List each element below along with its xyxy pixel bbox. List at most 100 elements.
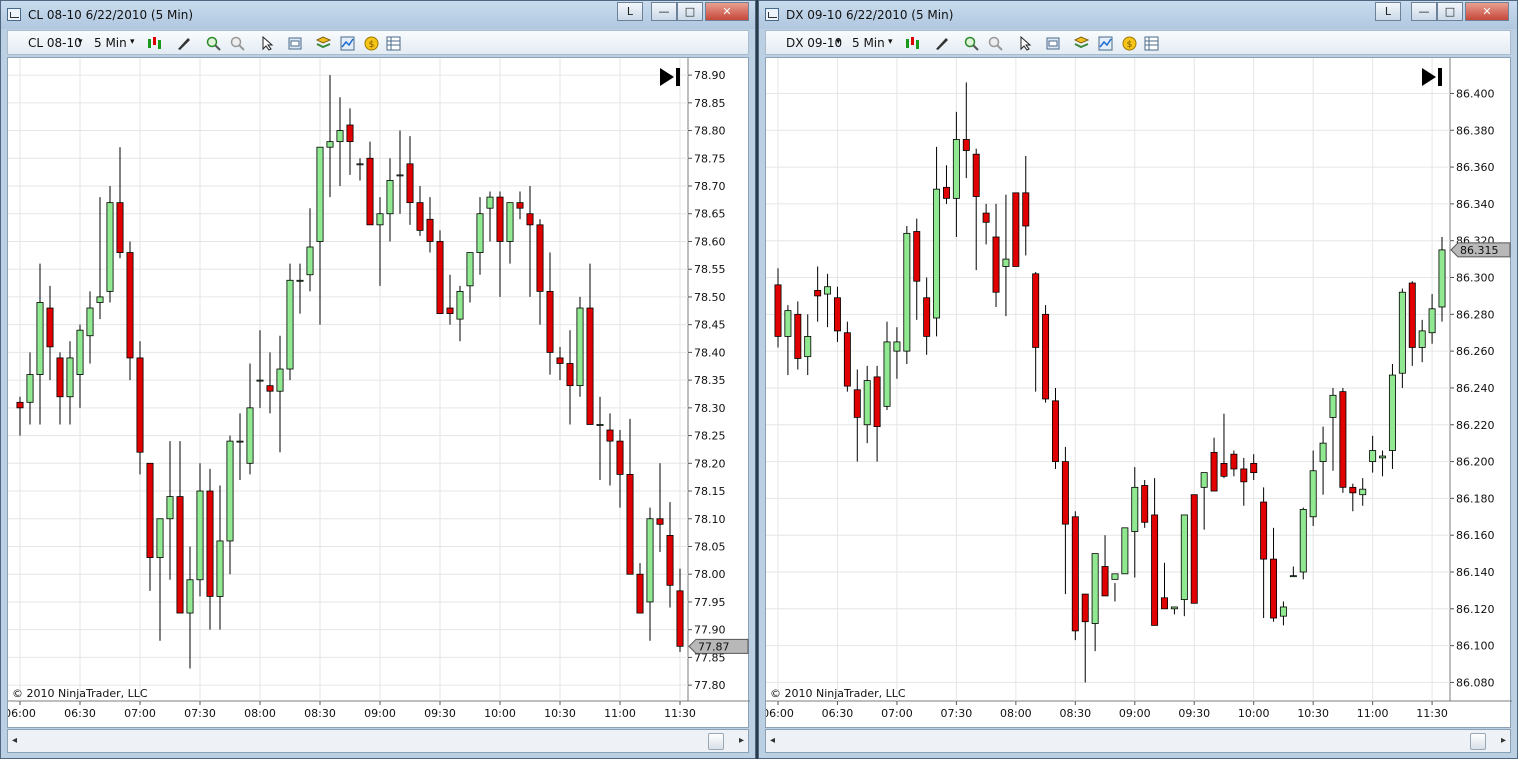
chart-style-icon[interactable]	[904, 36, 919, 51]
properties-icon[interactable]	[288, 36, 303, 51]
price-tick-label: 78.35	[694, 374, 726, 387]
up-candle	[804, 336, 812, 358]
maximize-button[interactable]: □	[677, 2, 703, 21]
data-box-icon[interactable]	[386, 36, 401, 51]
up-candle	[1388, 374, 1396, 451]
time-tick-label: 06:00	[766, 707, 794, 720]
down-candle	[1052, 400, 1059, 462]
up-candle	[952, 139, 960, 199]
time-tick-label: 08:30	[304, 707, 336, 720]
up-candle	[1180, 514, 1188, 601]
instrument-selector[interactable]: DX 09-10	[786, 36, 842, 50]
minimize-button[interactable]: —	[651, 2, 677, 21]
interval-dropdown-arrow-icon[interactable]: ▾	[130, 37, 135, 47]
chart-style-icon[interactable]	[146, 36, 161, 51]
indicators-icon[interactable]	[340, 36, 355, 51]
price-chart[interactable]: 78.90 78.85 78.80 78.75 78.70 78.65 78.60 78.55…	[7, 57, 750, 728]
price-tick-label: 78.90	[694, 69, 726, 82]
up-candle	[1131, 486, 1139, 532]
pointer-icon[interactable]	[260, 36, 275, 51]
down-candle	[446, 307, 454, 314]
zoom-out-icon[interactable]	[988, 36, 1003, 51]
down-candle	[794, 313, 802, 359]
horizontal-scrollbar[interactable]: ◂ ▸	[765, 729, 1511, 753]
skip-to-end-icon[interactable]	[660, 68, 680, 86]
up-candle	[396, 174, 404, 177]
scroll-right-arrow-icon[interactable]: ▸	[739, 735, 744, 746]
pointer-icon[interactable]	[1018, 36, 1033, 51]
strategies-icon[interactable]	[316, 36, 331, 51]
time-tick-label: 09:00	[364, 707, 396, 720]
price-tick-label: 78.60	[694, 235, 726, 248]
maximize-button[interactable]: □	[1437, 2, 1463, 21]
last-price-marker: 77.87	[688, 638, 749, 654]
horizontal-scrollbar[interactable]: ◂ ▸	[7, 729, 749, 753]
last-price-marker: 86.315	[1450, 242, 1511, 258]
drawing-tools-icon[interactable]	[934, 36, 949, 51]
up-candle	[863, 380, 871, 426]
instrument-dropdown-arrow-icon[interactable]: ▾	[836, 37, 841, 47]
title-bar[interactable]: CL 08-10 6/22/2010 (5 Min) L — □ ✕	[1, 1, 755, 29]
up-candle	[96, 296, 104, 303]
price-tick-label: 78.00	[694, 568, 726, 581]
down-candle	[416, 202, 424, 231]
interval-selector[interactable]: 5 Min	[852, 36, 885, 50]
orders-icon[interactable]: $	[1122, 36, 1137, 51]
title-bar[interactable]: DX 09-10 6/22/2010 (5 Min) L — □ ✕	[759, 1, 1517, 29]
zoom-in-icon[interactable]	[964, 36, 979, 51]
scroll-left-arrow-icon[interactable]: ◂	[770, 735, 775, 746]
zoom-in-icon[interactable]	[206, 36, 221, 51]
link-button[interactable]: L	[617, 2, 643, 21]
instrument-selector[interactable]: CL 08-10	[28, 36, 82, 50]
orders-icon[interactable]: $	[364, 36, 379, 51]
down-candle	[636, 573, 644, 614]
down-candle	[1260, 501, 1268, 560]
time-tick-label: 08:00	[244, 707, 276, 720]
up-candle	[1309, 470, 1317, 518]
data-box-icon[interactable]	[1144, 36, 1159, 51]
up-candle	[824, 286, 832, 295]
interval-selector[interactable]: 5 Min	[94, 36, 127, 50]
properties-icon[interactable]	[1046, 36, 1061, 51]
price-tick-label: 86.240	[1456, 382, 1495, 395]
down-candle	[666, 534, 674, 586]
down-candle	[972, 153, 980, 197]
skip-to-end-bar	[676, 68, 680, 86]
up-candle	[466, 252, 474, 287]
up-candle	[596, 424, 604, 426]
up-candle	[1379, 455, 1387, 459]
link-button[interactable]: L	[1375, 2, 1401, 21]
drawing-tools-icon[interactable]	[176, 36, 191, 51]
price-tick-label: 78.50	[694, 291, 726, 304]
down-candle	[676, 590, 684, 647]
scroll-left-arrow-icon[interactable]: ◂	[12, 735, 17, 746]
close-button[interactable]: ✕	[705, 2, 749, 21]
up-candle	[1111, 573, 1119, 580]
strategies-icon[interactable]	[1074, 36, 1089, 51]
up-candle	[216, 540, 224, 597]
price-tick-label: 86.140	[1456, 566, 1495, 579]
scroll-right-arrow-icon[interactable]: ▸	[1501, 735, 1506, 746]
time-tick-label: 11:30	[664, 707, 696, 720]
price-tick-label: 86.180	[1456, 492, 1495, 505]
scroll-thumb[interactable]	[1470, 733, 1486, 750]
up-candle	[306, 246, 314, 276]
interval-dropdown-arrow-icon[interactable]: ▾	[888, 37, 893, 47]
price-chart[interactable]: 86.400 86.380 86.360 86.340 86.320 86.300 86.2…	[765, 57, 1512, 728]
down-candle	[496, 196, 504, 242]
down-candle	[586, 307, 594, 425]
down-candle	[346, 124, 354, 143]
indicators-icon[interactable]	[1098, 36, 1113, 51]
instrument-dropdown-arrow-icon[interactable]: ▾	[78, 37, 83, 47]
down-candle	[546, 290, 554, 353]
up-candle	[186, 579, 194, 614]
chart-window-dx: DX 09-10 6/22/2010 (5 Min) L — □ ✕ DX 09…	[758, 0, 1518, 759]
chart-toolbar: DX 09-10 5 Min ▾ ▾ $	[765, 30, 1511, 55]
up-candle	[236, 440, 244, 443]
up-candle	[86, 307, 94, 337]
last-price-label: 86.315	[1460, 244, 1499, 257]
minimize-button[interactable]: —	[1411, 2, 1437, 21]
scroll-thumb[interactable]	[708, 733, 724, 750]
zoom-out-icon[interactable]	[230, 36, 245, 51]
close-button[interactable]: ✕	[1465, 2, 1509, 21]
